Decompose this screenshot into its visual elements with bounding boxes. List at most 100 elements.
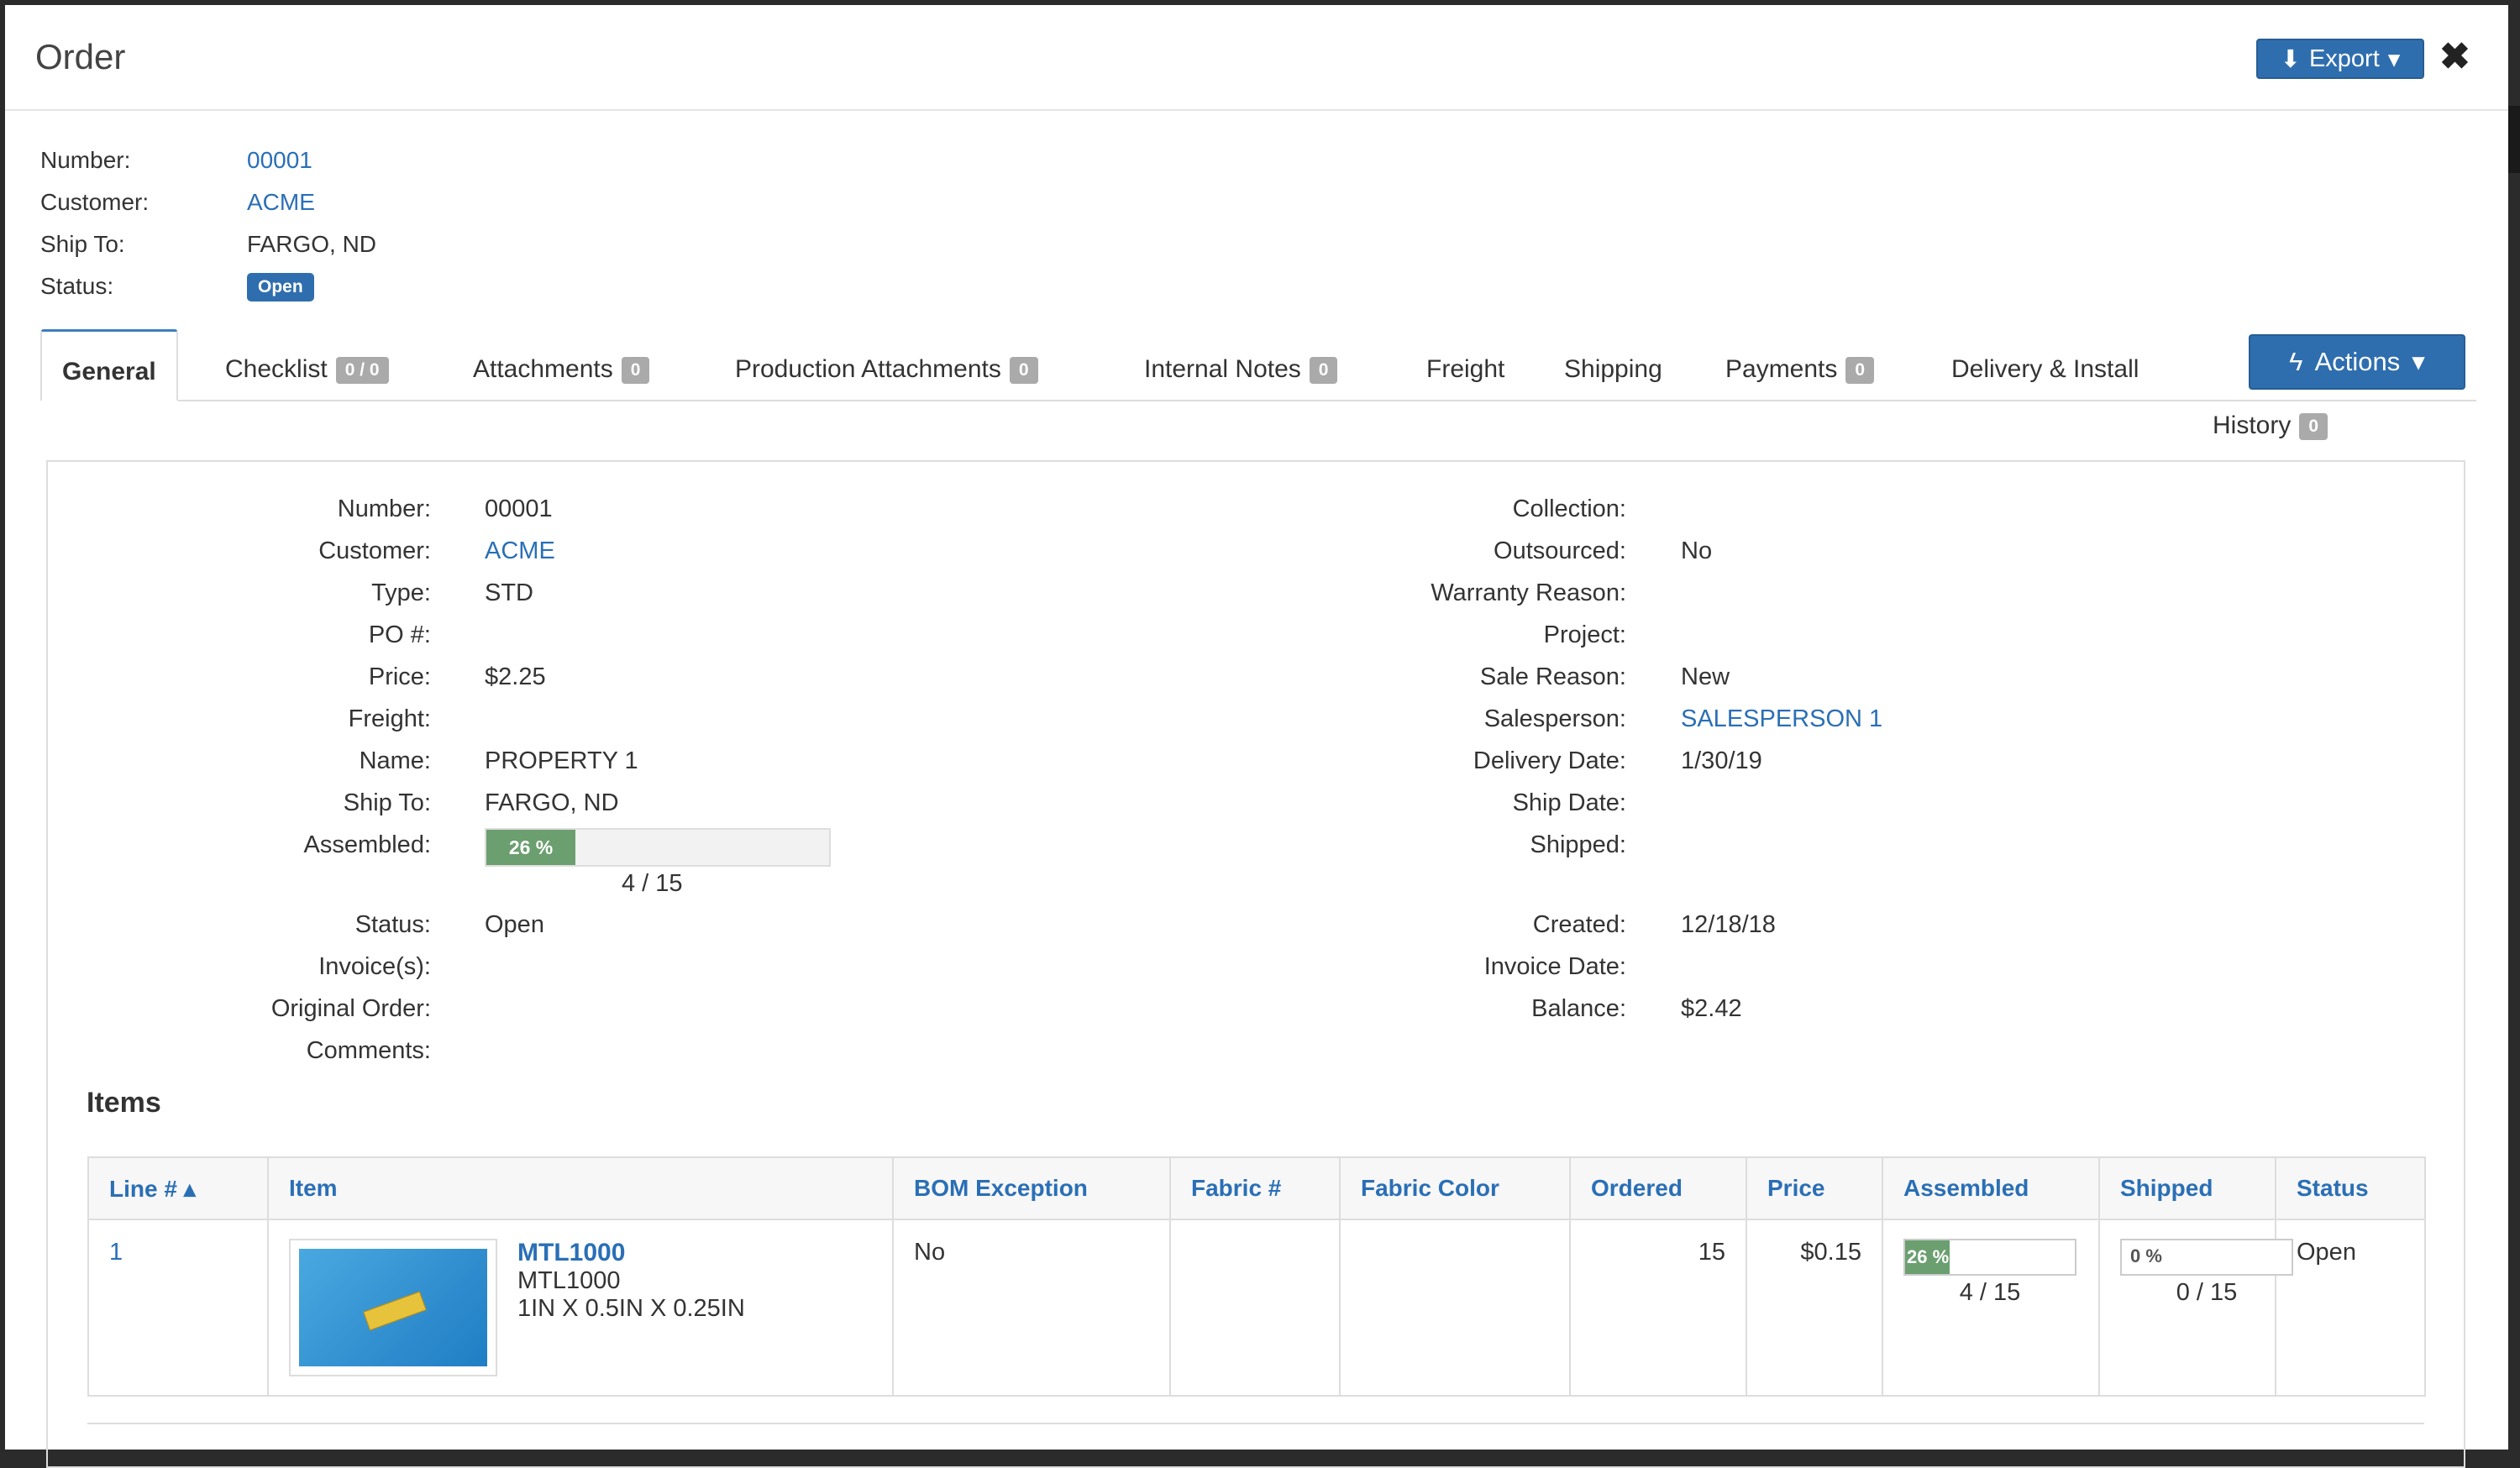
caret-down-icon: ▾ <box>2412 347 2425 376</box>
line-number-link[interactable]: 1 <box>109 1239 123 1266</box>
tab-history[interactable]: History 0 <box>2213 412 2328 441</box>
tab-label: History <box>2213 412 2292 439</box>
field-label: Salesperson: <box>1483 705 1626 732</box>
field-value: 00001 <box>485 495 553 522</box>
col-header-shipped[interactable]: Shipped <box>2098 1156 2276 1220</box>
row-assembled-progress: 26 % <box>1903 1239 2076 1276</box>
tab-count-badge: 0 <box>2299 413 2328 441</box>
col-header-ordered[interactable]: Ordered <box>1569 1156 1747 1220</box>
col-header-status[interactable]: Status <box>2275 1156 2426 1220</box>
tab-count-badge: 0 <box>1845 357 1875 385</box>
field-label: PO #: <box>368 621 431 648</box>
tab-general[interactable]: General <box>40 329 178 401</box>
col-header-fabric-color[interactable]: Fabric Color <box>1339 1156 1571 1220</box>
summary-status-label: Status: <box>40 273 114 299</box>
actions-label: Actions <box>2314 347 2401 376</box>
field-value: STD <box>485 579 533 606</box>
col-header-bom-exception[interactable]: BOM Exception <box>892 1156 1171 1220</box>
item-thumbnail[interactable] <box>289 1239 497 1376</box>
tab-count-badge: 0 <box>1009 357 1038 385</box>
tab-label: Checklist <box>225 355 328 383</box>
col-header-line[interactable]: Line # ▴ <box>87 1156 269 1220</box>
field-label: Assembled: <box>303 831 431 858</box>
price-cell: $0.15 <box>1746 1219 1883 1397</box>
tab-count-badge: 0 <box>621 357 650 385</box>
assembled-cell: 26 % 4 / 15 <box>1882 1219 2100 1397</box>
field-label: Invoice(s): <box>318 953 431 980</box>
summary-shipto-value: FARGO, ND <box>247 231 377 257</box>
assembled-progress-fill: 26 % <box>486 830 576 865</box>
field-label: Number: <box>337 495 431 522</box>
field-label: Warranty Reason: <box>1431 579 1626 606</box>
modal-header: Order ⬇ Export ▾ ✖ <box>5 5 2508 111</box>
field-label: Outsourced: <box>1494 537 1626 564</box>
shipped-cell: 0 % 0 / 15 <box>2098 1219 2293 1397</box>
items-heading: Items <box>87 1087 161 1119</box>
salesperson-link[interactable]: SALESPERSON 1 <box>1681 705 1882 733</box>
field-label: Ship Date: <box>1512 789 1626 816</box>
tab-count-badge: 0 / 0 <box>335 357 389 385</box>
col-header-price[interactable]: Price <box>1746 1156 1883 1220</box>
field-label: Name: <box>359 747 431 774</box>
tab-payments[interactable]: Payments 0 <box>1725 329 1875 401</box>
tab-label: Attachments <box>473 355 613 383</box>
tab-shipping[interactable]: Shipping <box>1564 329 1662 401</box>
field-label: Created: <box>1532 911 1626 938</box>
field-label: Collection: <box>1512 495 1626 522</box>
row-assembled-caption: 4 / 15 <box>1959 1279 2021 1306</box>
field-label: Freight: <box>348 705 431 732</box>
scrollbar-edge[interactable] <box>2508 106 2520 173</box>
col-header-assembled[interactable]: Assembled <box>1882 1156 2100 1220</box>
actions-button[interactable]: ϟ Actions ▾ <box>2249 334 2465 390</box>
field-label: Invoice Date: <box>1483 953 1626 980</box>
export-button[interactable]: ⬇ Export ▾ <box>2256 39 2424 79</box>
field-label: Sale Reason: <box>1479 663 1626 690</box>
field-label: Price: <box>368 663 431 690</box>
tab-count-badge: 0 <box>1309 357 1338 385</box>
field-label: Customer: <box>318 537 431 564</box>
summary-customer-link[interactable]: ACME <box>247 189 315 216</box>
field-label: Shipped: <box>1530 831 1627 858</box>
item-code-link[interactable]: MTL1000 <box>517 1239 625 1266</box>
table-row: 1 MTL1000 MTL1000 1IN X 0.5IN X 0.25IN N… <box>87 1219 2426 1397</box>
fabric-color-cell <box>1339 1219 1571 1397</box>
field-value: 1/30/19 <box>1681 747 1762 774</box>
field-label: Project: <box>1543 621 1626 648</box>
bolt-icon: ϟ <box>2289 347 2303 376</box>
field-label: Type: <box>371 579 431 606</box>
tab-production-attachments[interactable]: Production Attachments 0 <box>735 329 1038 401</box>
summary-number-link[interactable]: 00001 <box>247 147 312 174</box>
tab-delivery-install[interactable]: Delivery & Install <box>1951 329 2139 401</box>
tab-attachments[interactable]: Attachments 0 <box>473 329 650 401</box>
field-label: Ship To: <box>343 789 431 816</box>
items-table: Line # ▴ Item BOM Exception Fabric # Fab… <box>87 1156 2426 1397</box>
summary-shipto-label: Ship To: <box>40 231 125 257</box>
field-label: Balance: <box>1531 995 1626 1022</box>
tab-freight[interactable]: Freight <box>1426 329 1504 401</box>
field-label: Comments: <box>306 1037 431 1064</box>
status-badge: Open <box>247 273 314 301</box>
field-value: FARGO, ND <box>485 789 619 816</box>
tab-bar: General Checklist 0 / 0 Attachments 0 Prod… <box>40 329 2476 403</box>
export-label: Export <box>2308 45 2380 72</box>
ordered-cell: 15 <box>1569 1219 1747 1397</box>
field-value: 12/18/18 <box>1681 911 1776 938</box>
tab-label: Freight <box>1426 355 1505 383</box>
field-label: Delivery Date: <box>1473 747 1626 774</box>
customer-link[interactable]: ACME <box>485 537 555 565</box>
field-value: Open <box>485 911 544 938</box>
tab-internal-notes[interactable]: Internal Notes 0 <box>1144 329 1338 401</box>
field-label: Status: <box>354 911 431 938</box>
close-icon[interactable]: ✖ <box>2439 35 2470 78</box>
tab-label: Internal Notes <box>1144 355 1301 383</box>
tab-label: Payments <box>1725 355 1838 383</box>
row-shipped-caption: 0 / 15 <box>2176 1279 2238 1306</box>
fabric-no-cell <box>1169 1219 1341 1397</box>
status-cell: Open <box>2275 1219 2426 1397</box>
bom-exception-cell: No <box>892 1219 1171 1397</box>
col-header-item[interactable]: Item <box>267 1156 894 1220</box>
tab-checklist[interactable]: Checklist 0 / 0 <box>225 329 389 401</box>
col-header-fabric-no[interactable]: Fabric # <box>1169 1156 1341 1220</box>
tab-label: Shipping <box>1564 355 1662 383</box>
field-value: $2.42 <box>1681 995 1742 1022</box>
